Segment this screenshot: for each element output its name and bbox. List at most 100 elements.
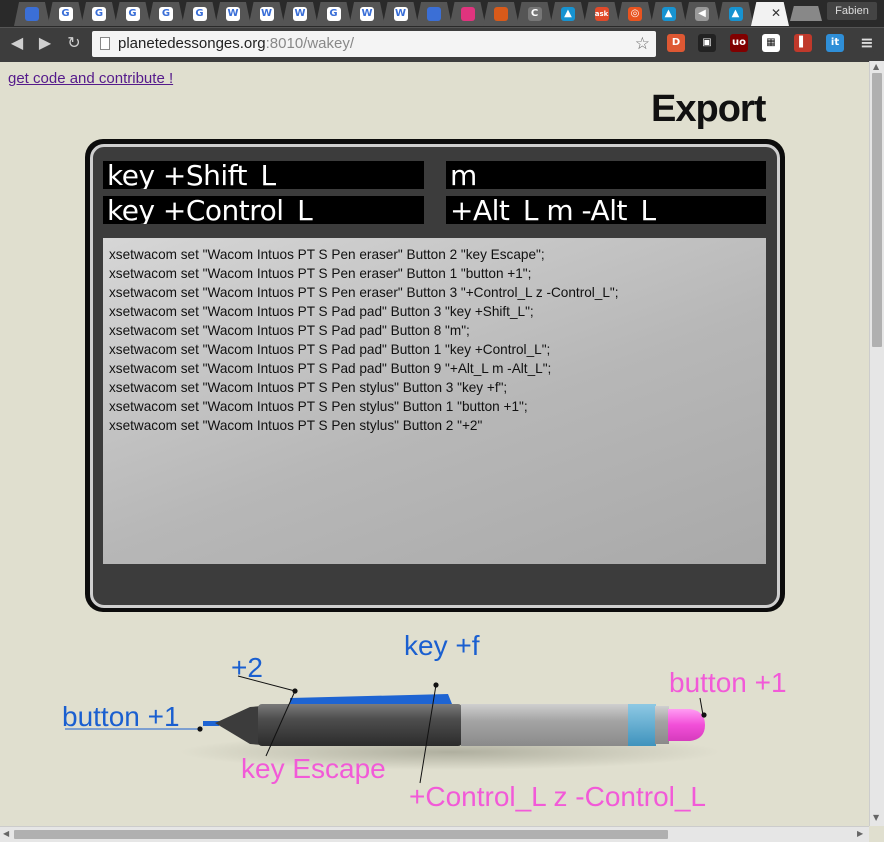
new-tab-button[interactable] bbox=[790, 6, 822, 21]
url-text[interactable]: planetedessonges.org:8010/wakey/ bbox=[118, 34, 354, 54]
browser-toolbar: ◀ ▶ ↻ planetedessonges.org:8010/wakey/ ☆… bbox=[0, 27, 884, 62]
pen-ring bbox=[628, 704, 656, 746]
browser-tab[interactable] bbox=[483, 2, 519, 26]
firefox-icon bbox=[494, 7, 508, 21]
wikipedia-icon: W bbox=[226, 7, 240, 21]
google-icon: G bbox=[159, 7, 173, 21]
close-tab-icon[interactable]: ✕ bbox=[771, 6, 781, 20]
forward-button[interactable]: ▶ bbox=[36, 34, 54, 52]
pen-barrel bbox=[461, 704, 631, 746]
code-line: xsetwacom set "Wacom Intuos PT S Pen sty… bbox=[109, 418, 483, 433]
pad-button-8-field[interactable] bbox=[446, 161, 766, 189]
browser-tab[interactable]: W bbox=[215, 2, 251, 26]
vertical-scroll-thumb[interactable] bbox=[872, 73, 882, 347]
pocket-icon[interactable]: ▣ bbox=[698, 34, 716, 52]
horizontal-scroll-thumb[interactable] bbox=[14, 830, 668, 839]
arch-icon: ▲ bbox=[728, 7, 743, 21]
arch-icon: ▲ bbox=[561, 7, 575, 21]
pad-button-1-field[interactable] bbox=[103, 196, 424, 224]
browser-tab[interactable]: ◎ bbox=[617, 2, 653, 26]
url-host: planetedessonges.org bbox=[118, 35, 266, 52]
pen-end-cap bbox=[655, 706, 669, 744]
code-line: xsetwacom set "Wacom Intuos PT S Pen era… bbox=[109, 285, 619, 300]
pen-tip-cone bbox=[215, 706, 262, 745]
arch-icon: ▲ bbox=[661, 7, 676, 21]
export-title: Export bbox=[651, 88, 766, 130]
back-button[interactable]: ◀ bbox=[8, 34, 26, 52]
code-line: xsetwacom set "Wacom Intuos PT S Pad pad… bbox=[109, 342, 551, 357]
browser-tab[interactable]: W bbox=[282, 2, 318, 26]
vertical-scrollbar[interactable]: ▲ ▼ bbox=[869, 61, 884, 826]
profile-button[interactable]: Fabien bbox=[827, 2, 877, 20]
code-line: xsetwacom set "Wacom Intuos PT S Pad pad… bbox=[109, 361, 552, 376]
xsetwacom-code-output[interactable]: xsetwacom set "Wacom Intuos PT S Pen era… bbox=[103, 238, 766, 564]
wikipedia-icon: W bbox=[259, 7, 274, 21]
bookmark-book-icon[interactable]: ▌ bbox=[794, 34, 812, 52]
google-icon: G bbox=[192, 7, 207, 21]
active-tab[interactable]: ✕ bbox=[751, 2, 789, 26]
menu-icon[interactable]: ≡ bbox=[858, 34, 876, 52]
browser-tab[interactable]: ask bbox=[583, 2, 620, 26]
browser-tab[interactable] bbox=[14, 2, 50, 26]
eraser-button-1-label[interactable]: button +1 bbox=[669, 666, 787, 700]
eraser-leader bbox=[699, 697, 704, 716]
feedly-icon bbox=[427, 7, 441, 21]
c-icon: C bbox=[527, 7, 542, 21]
feedly-icon bbox=[25, 7, 39, 21]
scroll-right-icon[interactable]: ▶ bbox=[857, 829, 863, 839]
browser-chrome: G G G G G W W W G W W C ▲ ask ◎ ▲ ◀ ▲ ✕ Fabien ◀ ▶ ↻ plane… bbox=[0, 0, 884, 62]
scroll-down-icon[interactable]: ▼ bbox=[873, 813, 879, 823]
code-line: xsetwacom set "Wacom Intuos PT S Pen era… bbox=[109, 266, 532, 281]
horizontal-scrollbar[interactable]: ◀ ▶ bbox=[0, 826, 869, 842]
google-icon: G bbox=[326, 7, 341, 21]
browser-tab[interactable]: ▲ bbox=[650, 2, 687, 26]
google-icon: G bbox=[125, 7, 140, 21]
browser-tab[interactable]: ▲ bbox=[550, 2, 586, 26]
address-bar[interactable]: planetedessonges.org:8010/wakey/ ☆ bbox=[92, 31, 656, 57]
browser-tab[interactable]: G bbox=[114, 2, 151, 26]
contribute-link[interactable]: get code and contribute ! bbox=[8, 70, 173, 88]
stylus-button-2-label[interactable]: +2 bbox=[231, 652, 263, 684]
browser-tab[interactable]: G bbox=[181, 2, 218, 26]
ublock-icon[interactable]: uo bbox=[730, 34, 748, 52]
browser-tab[interactable]: C bbox=[516, 2, 553, 26]
code-line: xsetwacom set "Wacom Intuos PT S Pen sty… bbox=[109, 399, 528, 414]
browser-tab[interactable]: W bbox=[382, 2, 419, 26]
browser-tab[interactable]: G bbox=[148, 2, 184, 26]
pen-eraser[interactable] bbox=[668, 709, 705, 741]
pad-button-3-field[interactable] bbox=[103, 161, 424, 189]
browser-tab[interactable] bbox=[416, 2, 452, 26]
browser-tab[interactable]: W bbox=[248, 2, 285, 26]
pad-button-9-field[interactable] bbox=[446, 196, 766, 224]
stylus-button-1-label[interactable]: button +1 bbox=[62, 700, 180, 734]
browser-tab[interactable] bbox=[449, 2, 486, 26]
ask-icon: ask bbox=[594, 7, 609, 21]
browser-tab[interactable]: ▲ bbox=[717, 2, 754, 26]
stylus-button-3-label[interactable]: key +f bbox=[404, 629, 479, 663]
url-path: :8010/wakey/ bbox=[265, 35, 355, 52]
qr-code-icon[interactable]: ▦ bbox=[762, 34, 780, 52]
code-line: xsetwacom set "Wacom Intuos PT S Pad pad… bbox=[109, 323, 470, 338]
wikipedia-icon: W bbox=[393, 7, 408, 21]
tab-strip: G G G G G W W W G W W C ▲ ask ◎ ▲ ◀ ▲ ✕ Fabien bbox=[0, 0, 884, 27]
bookmark-star-icon[interactable]: ☆ bbox=[635, 33, 650, 55]
pink-app-icon bbox=[460, 7, 475, 21]
eraser-button-2-label[interactable]: key Escape bbox=[241, 752, 386, 786]
eraser-button-3-label[interactable]: +Control_L z -Control_L bbox=[409, 780, 706, 814]
browser-tab[interactable]: G bbox=[81, 2, 117, 26]
google-icon: G bbox=[58, 7, 73, 21]
duckduckgo-icon[interactable]: D bbox=[667, 34, 685, 52]
browser-tab[interactable]: G bbox=[47, 2, 84, 26]
code-line: xsetwacom set "Wacom Intuos PT S Pad pad… bbox=[109, 304, 534, 319]
browser-tab[interactable]: ◀ bbox=[684, 2, 720, 26]
wikipedia-icon: W bbox=[293, 7, 307, 21]
code-line: xsetwacom set "Wacom Intuos PT S Pen sty… bbox=[109, 380, 508, 395]
page-icon bbox=[100, 37, 110, 50]
scroll-left-icon[interactable]: ◀ bbox=[3, 829, 9, 839]
browser-tab[interactable]: W bbox=[349, 2, 385, 26]
it-icon[interactable]: it bbox=[826, 34, 844, 52]
browser-tab[interactable]: G bbox=[315, 2, 352, 26]
reload-button[interactable]: ↻ bbox=[65, 34, 83, 52]
wikipedia-icon: W bbox=[360, 7, 374, 21]
scroll-up-icon[interactable]: ▲ bbox=[873, 62, 879, 72]
